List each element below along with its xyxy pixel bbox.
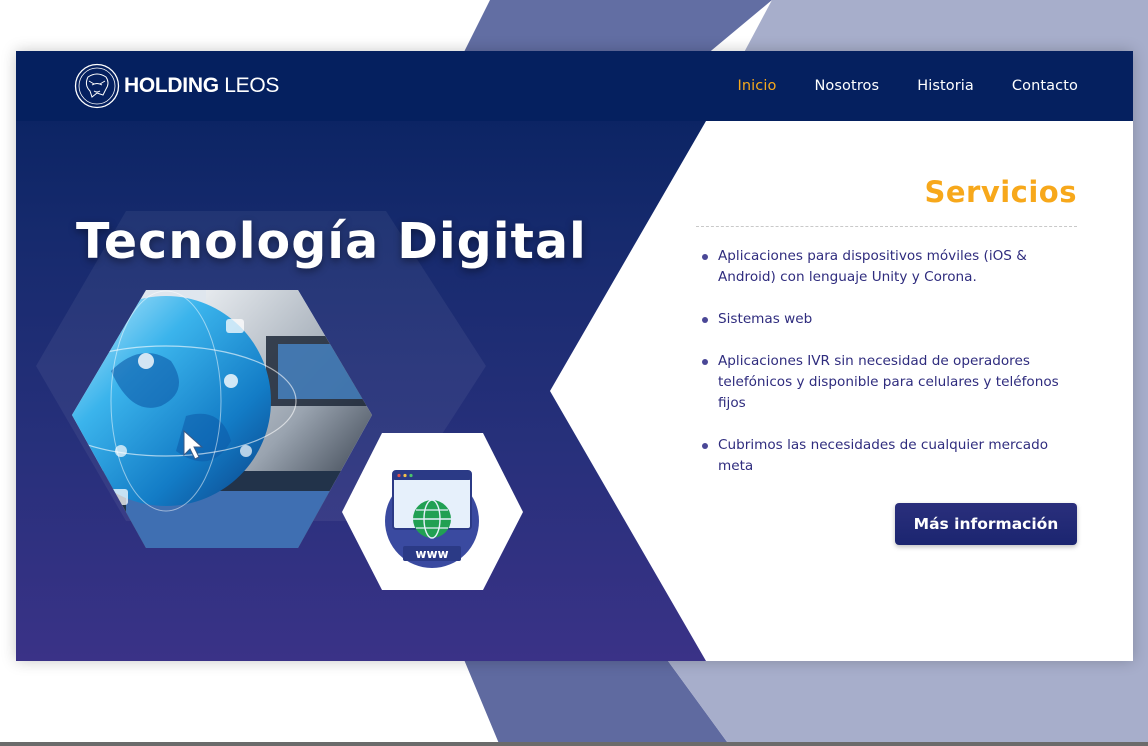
hero-card: www HOLDING LEOS Inicio Nosotros Histori… xyxy=(16,51,1133,661)
services-title: Servicios xyxy=(924,175,1077,209)
service-item-text: Cubrimos las necesidades de cualquier me… xyxy=(718,437,1049,474)
brand-name: HOLDING LEOS xyxy=(124,74,279,98)
service-item: Aplicaciones para dispositivos móviles (… xyxy=(702,246,1082,288)
more-info-button[interactable]: Más información xyxy=(895,503,1077,545)
hero-title: Tecnología Digital xyxy=(76,213,587,270)
service-item-text: Sistemas web xyxy=(718,311,813,327)
www-label: www xyxy=(415,547,448,561)
service-item: Aplicaciones IVR sin necesidad de operad… xyxy=(702,351,1082,414)
nav-item-nosotros[interactable]: Nosotros xyxy=(814,78,879,94)
nav-item-historia[interactable]: Historia xyxy=(917,78,974,94)
service-item: Cubrimos las necesidades de cualquier me… xyxy=(702,435,1082,477)
bullet-icon xyxy=(702,254,708,260)
main-nav: Inicio Nosotros Historia Contacto xyxy=(700,78,1078,94)
brand-name-bold: HOLDING xyxy=(124,74,219,97)
service-item-text: Aplicaciones para dispositivos móviles (… xyxy=(718,248,1027,285)
services-divider xyxy=(696,226,1077,227)
service-item: Sistemas web xyxy=(702,309,1082,330)
services-list: Aplicaciones para dispositivos móviles (… xyxy=(702,246,1082,498)
bottom-divider xyxy=(0,742,1148,746)
lion-logo-icon xyxy=(74,63,120,109)
brand-name-light: LEOS xyxy=(218,74,280,97)
bullet-icon xyxy=(702,443,708,449)
bullet-icon xyxy=(702,317,708,323)
nav-item-inicio[interactable]: Inicio xyxy=(738,78,777,94)
service-item-text: Aplicaciones IVR sin necesidad de operad… xyxy=(718,353,1059,411)
brand-logo[interactable]: HOLDING LEOS xyxy=(74,63,279,109)
nav-item-contacto[interactable]: Contacto xyxy=(1012,78,1078,94)
bullet-icon xyxy=(702,359,708,365)
